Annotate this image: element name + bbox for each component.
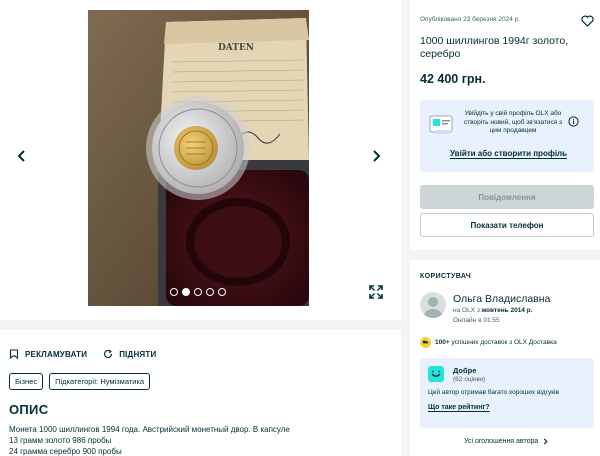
- raise-label: ПІДНЯТИ: [119, 349, 157, 359]
- pagination-dot[interactable]: [206, 288, 214, 296]
- pagination-dot[interactable]: [194, 288, 202, 296]
- heart-icon[interactable]: [581, 15, 594, 27]
- seller-name[interactable]: Ольга Владиславна: [453, 293, 550, 305]
- listing-actions: РЕКЛАМУВАТИ ПІДНЯТИ: [9, 330, 392, 359]
- info-icon[interactable]: [568, 116, 579, 127]
- pagination-dot[interactable]: [218, 288, 226, 296]
- login-prompt: Увійдіть у свій профіль OLX або створіть…: [420, 100, 594, 172]
- certificate-heading: DATEN: [218, 43, 254, 53]
- rating-box: Добре (62 оцінки) Цей автор отримав бага…: [420, 358, 594, 428]
- rating-count: (62 оцінки): [453, 376, 486, 383]
- delivery-icon: [420, 337, 431, 348]
- raise-button[interactable]: ПІДНЯТИ: [103, 349, 156, 359]
- promote-button[interactable]: РЕКЛАМУВАТИ: [9, 349, 87, 359]
- show-phone-button[interactable]: Показати телефон: [420, 213, 594, 237]
- delivery-stats: 100+ успішних доставок з OLX Доставка: [420, 337, 557, 348]
- description-line: 24 грамма серебро 900 пробы: [9, 447, 122, 456]
- coin-photo-illustration: DATEN: [88, 10, 309, 306]
- description-line: 13 грамм золото 986 пробы: [9, 436, 112, 445]
- megaphone-icon: [9, 349, 19, 359]
- tag-business[interactable]: Бізнес: [9, 373, 44, 390]
- photo-pagination: [170, 288, 226, 296]
- description-text: Монета 1000 шиллингов 1994 года. Австрий…: [9, 424, 392, 456]
- all-seller-ads-link[interactable]: Усі оголошення автора: [464, 438, 549, 445]
- description-title: ОПИС: [9, 402, 49, 417]
- deliveries-count: 100+: [435, 339, 450, 346]
- published-date: Опубліковано 23 березня 2024 р.: [420, 16, 521, 23]
- seller-since: на OLX з жовтень 2014 р.: [453, 307, 533, 314]
- deliveries-text: успішних доставок з OLX Доставка: [449, 339, 557, 346]
- login-illustration-icon: [429, 115, 453, 134]
- description-line: Монета 1000 шиллингов 1994 года. Австрий…: [9, 425, 290, 434]
- rating-title: Добре: [453, 366, 477, 375]
- listing-title: 1000 шиллингов 1994г золото, серебро: [420, 35, 569, 60]
- promote-label: РЕКЛАМУВАТИ: [25, 349, 88, 359]
- listing-photo[interactable]: DATEN: [88, 10, 309, 306]
- smile-icon: [428, 366, 444, 382]
- login-link[interactable]: Увійти або створити профіль: [450, 149, 567, 158]
- previous-photo-button[interactable]: [12, 146, 32, 166]
- tag-subcategory[interactable]: Підкатегорії: Нумізматика: [49, 373, 151, 390]
- pagination-dot[interactable]: [182, 288, 190, 296]
- chevron-right-icon: [373, 150, 381, 162]
- avatar[interactable]: [420, 292, 446, 318]
- seller-card: КОРИСТУВАЧ Ольга Владиславна на OLX з жо…: [410, 260, 600, 456]
- rating-description: Цей автор отримав багато хороших відгукі…: [428, 389, 559, 396]
- description-card: РЕКЛАМУВАТИ ПІДНЯТИ Бізнес Підкатегорії:…: [0, 330, 401, 456]
- login-prompt-text: Увійдіть у свій профіль OLX або створіть…: [463, 110, 563, 134]
- pagination-dot[interactable]: [170, 288, 178, 296]
- user-avatar-icon: [424, 297, 442, 318]
- seller-since-prefix: на OLX з: [453, 307, 482, 314]
- chevron-left-icon: [17, 150, 25, 162]
- seller-since-date: жовтень 2014 р.: [481, 307, 533, 314]
- next-photo-button[interactable]: [366, 146, 386, 166]
- category-tags: Бізнес Підкатегорії: Нумізматика: [9, 373, 392, 390]
- message-button[interactable]: Повідомлення: [420, 185, 594, 209]
- fullscreen-button[interactable]: [368, 284, 384, 300]
- all-ads-label: Усі оголошення автора: [464, 438, 539, 445]
- seller-heading: КОРИСТУВАЧ: [420, 273, 472, 280]
- seller-online: Онлайн в 01:55: [453, 317, 500, 324]
- photo-gallery: DATEN: [0, 0, 401, 320]
- expand-icon: [369, 285, 383, 299]
- refresh-icon: [104, 349, 113, 359]
- what-is-rating-link[interactable]: Що таке рейтинг?: [428, 404, 490, 411]
- listing-price: 42 400 грн.: [420, 72, 486, 86]
- chevron-right-small-icon: [544, 438, 548, 445]
